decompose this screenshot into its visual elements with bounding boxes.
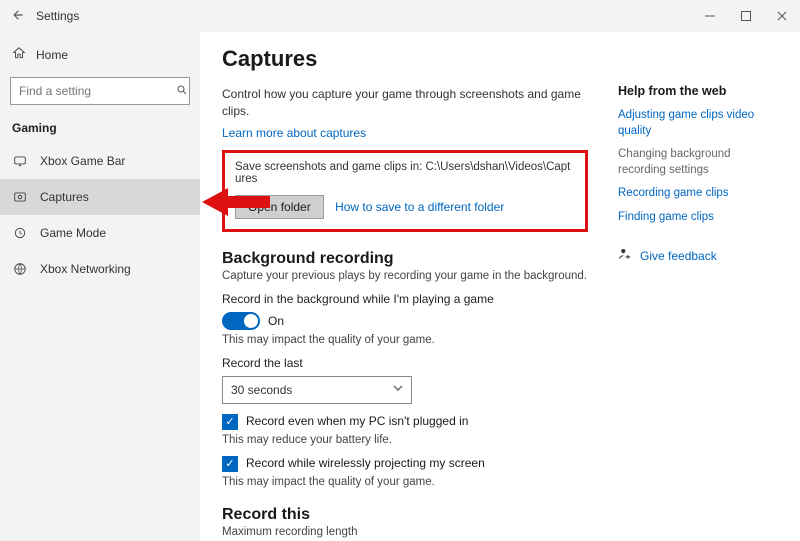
help-link-finding-clips[interactable]: Finding game clips (618, 210, 778, 226)
sidebar-item-label: Xbox Game Bar (40, 154, 125, 168)
help-aside: Help from the web Adjusting game clips v… (618, 46, 778, 541)
search-input[interactable] (17, 83, 176, 99)
arrow-left-icon (11, 8, 25, 22)
save-path-text: Save screenshots and game clips in: C:\U… (235, 161, 575, 185)
sidebar: Home Gaming Xbox Game Bar Captures (0, 32, 200, 541)
feedback-icon (618, 247, 632, 264)
sidebar-section-label: Gaming (0, 115, 200, 143)
learn-more-link[interactable]: Learn more about captures (222, 126, 366, 140)
captures-icon (12, 190, 28, 204)
bg-toggle-state: On (268, 314, 284, 328)
back-button[interactable] (0, 8, 36, 25)
check-plugged-hint: This may reduce your battery life. (222, 434, 588, 446)
window-title: Settings (36, 9, 79, 23)
content-column: Captures Control how you capture your ga… (222, 46, 588, 541)
background-recording-heading: Background recording (222, 250, 588, 268)
maximize-button[interactable] (728, 0, 764, 32)
give-feedback-link[interactable]: Give feedback (618, 247, 778, 264)
check-wireless[interactable]: ✓ (222, 456, 238, 472)
record-last-label: Record the last (222, 356, 588, 370)
minimize-icon (705, 11, 715, 21)
page-title: Captures (222, 46, 588, 72)
sidebar-item-captures[interactable]: Captures (0, 179, 200, 215)
sidebar-item-game-mode[interactable]: Game Mode (0, 215, 200, 251)
how-to-save-link[interactable]: How to save to a different folder (335, 200, 504, 214)
background-recording-sub: Capture your previous plays by recording… (222, 270, 588, 282)
settings-window: Settings Home Gaming (0, 0, 800, 541)
titlebar: Settings (0, 0, 800, 32)
sidebar-home[interactable]: Home (0, 40, 200, 69)
check-plugged-label: Record even when my PC isn't plugged in (246, 414, 468, 428)
check-plugged-in[interactable]: ✓ (222, 414, 238, 430)
aside-heading: Help from the web (618, 84, 778, 98)
save-location-box: Save screenshots and game clips in: C:\U… (222, 150, 588, 232)
sidebar-item-label: Captures (40, 190, 89, 204)
bg-record-toggle[interactable] (222, 312, 260, 330)
sidebar-item-xbox-game-bar[interactable]: Xbox Game Bar (0, 143, 200, 179)
close-icon (777, 11, 787, 21)
check-wireless-hint: This may impact the quality of your game… (222, 476, 588, 488)
record-this-heading: Record this (222, 506, 588, 524)
feedback-label: Give feedback (640, 249, 717, 263)
check-wireless-label: Record while wirelessly projecting my sc… (246, 456, 485, 470)
search-input-wrapper[interactable] (10, 77, 190, 105)
sidebar-item-label: Xbox Networking (40, 262, 131, 276)
close-button[interactable] (764, 0, 800, 32)
help-link-recording-clips[interactable]: Recording game clips (618, 186, 778, 202)
bg-toggle-hint: This may impact the quality of your game… (222, 334, 588, 346)
maximize-icon (741, 11, 751, 21)
open-folder-button[interactable]: Open folder (235, 195, 324, 219)
help-link-bg-settings: Changing background recording settings (618, 147, 778, 178)
sidebar-item-label: Game Mode (40, 226, 106, 240)
chevron-down-icon (393, 383, 403, 396)
sidebar-home-label: Home (36, 48, 68, 62)
game-mode-icon (12, 226, 28, 240)
record-last-value: 30 seconds (231, 383, 292, 397)
help-link-adjust-quality[interactable]: Adjusting game clips video quality (618, 108, 778, 139)
minimize-button[interactable] (692, 0, 728, 32)
intro-text: Control how you capture your game throug… (222, 86, 588, 120)
main-area: Captures Control how you capture your ga… (200, 32, 800, 541)
search-icon (176, 84, 188, 99)
networking-icon (12, 262, 28, 276)
bg-toggle-label: Record in the background while I'm playi… (222, 292, 588, 306)
max-length-label: Maximum recording length (222, 526, 588, 538)
home-icon (12, 46, 26, 63)
game-bar-icon (12, 154, 28, 168)
record-last-select[interactable]: 30 seconds (222, 376, 412, 404)
sidebar-item-xbox-networking[interactable]: Xbox Networking (0, 251, 200, 287)
